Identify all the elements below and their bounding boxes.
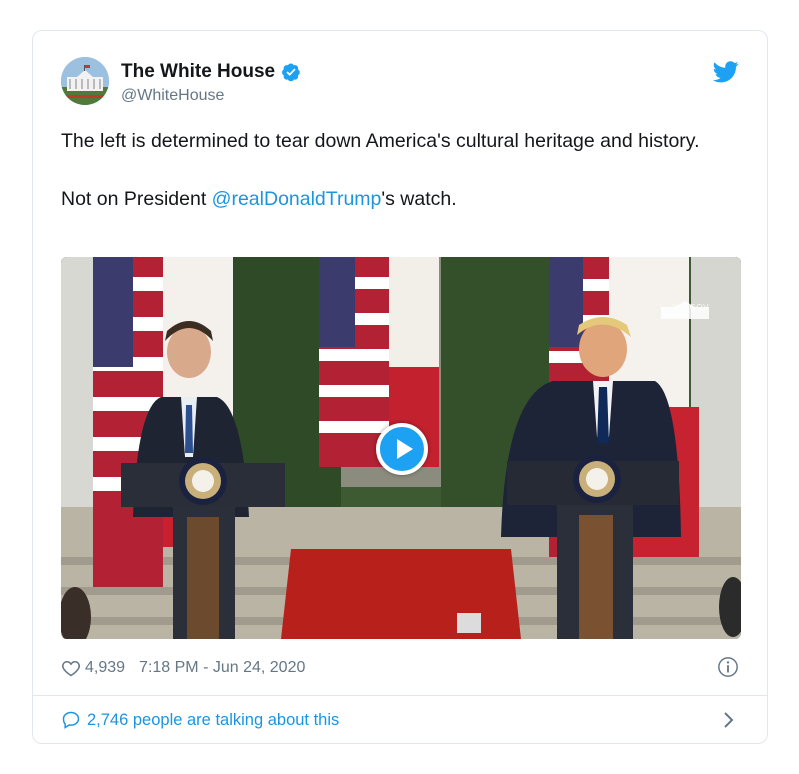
avatar[interactable]: [61, 57, 109, 105]
divider: [33, 695, 767, 696]
info-icon[interactable]: [717, 656, 739, 678]
verified-badge-icon: [282, 63, 300, 82]
timestamp[interactable]: 7:18 PM - Jun 24, 2020: [139, 659, 305, 677]
tweet-line-2-prefix: Not on President: [61, 188, 212, 210]
conversation-link[interactable]: 2,746 people are talking about this: [61, 707, 739, 733]
display-name[interactable]: The White House: [121, 61, 275, 83]
tweet-line-2: Not on President @realDonaldTrump's watc…: [61, 185, 721, 214]
tweet-line-1: The left is determined to tear down Amer…: [61, 130, 700, 152]
talking-count[interactable]: 2,746 people are talking about this: [87, 711, 339, 730]
video-player[interactable]: WH.GOV: [61, 257, 741, 639]
like-count[interactable]: 4,939: [85, 659, 125, 677]
tweet-header: The White House @WhiteHouse: [61, 57, 739, 107]
speech-bubble-icon: [62, 711, 80, 729]
tweet-card: The White House @WhiteHouse The left is …: [32, 30, 768, 744]
name-row: The White House: [121, 61, 301, 83]
wh-watermark: WH.GOV: [672, 303, 709, 312]
chevron-right-icon[interactable]: [723, 711, 735, 729]
heart-icon[interactable]: [61, 658, 81, 678]
white-house-avatar: [61, 57, 109, 105]
handle[interactable]: @WhiteHouse: [121, 87, 224, 105]
play-button[interactable]: [376, 423, 428, 475]
tweet-text: The left is determined to tear down Amer…: [61, 127, 721, 214]
mention-link[interactable]: @realDonaldTrump: [212, 188, 382, 210]
play-icon: [396, 439, 413, 459]
tweet-meta: 4,939 7:18 PM - Jun 24, 2020: [61, 656, 739, 680]
tweet-line-2-suffix: 's watch.: [381, 188, 457, 210]
twitter-bird-icon[interactable]: [713, 61, 739, 83]
